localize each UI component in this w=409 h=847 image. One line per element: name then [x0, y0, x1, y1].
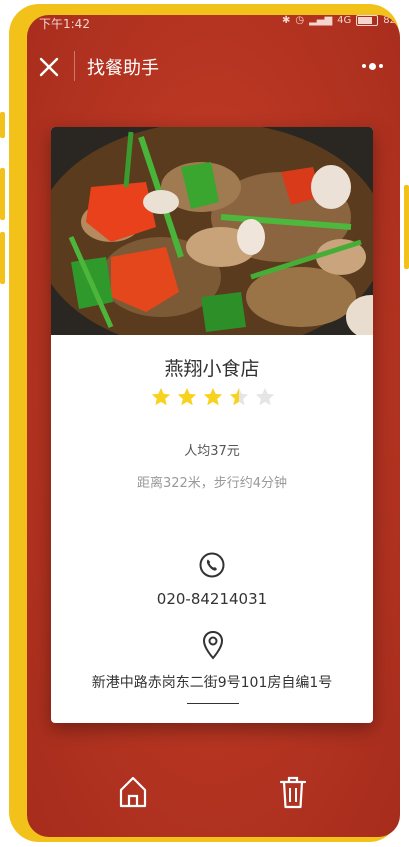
- battery-icon: [356, 15, 379, 26]
- side-button-2: [0, 168, 5, 220]
- side-button-right: [404, 185, 409, 269]
- star-half-icon: [229, 387, 249, 406]
- star-filled-icon: [151, 387, 171, 406]
- phone-number[interactable]: 020-84214031: [51, 590, 373, 608]
- close-button[interactable]: [35, 53, 63, 81]
- distance-info: 距离322米，步行约4分钟: [136, 476, 288, 491]
- alarm-icon: ◷: [295, 15, 305, 26]
- more-dot-right: [379, 64, 383, 68]
- phone-frame: 下午1:42 ✱ ◷ ▂▄▆ 4G 82 找餐助手 燕翔小食店 人均37元 距离…: [9, 4, 400, 842]
- rating-stars: [150, 386, 276, 408]
- more-dot-center: [369, 62, 376, 70]
- bottom-bar: [27, 770, 400, 820]
- side-button-1: [0, 112, 5, 138]
- bluetooth-icon: ✱: [281, 15, 291, 26]
- battery-level: 82: [383, 15, 396, 26]
- star-empty-icon: [255, 387, 275, 406]
- more-dots-icon: [362, 64, 366, 68]
- network-type: 4G: [337, 15, 352, 26]
- nav-bar: 找餐助手: [27, 45, 400, 89]
- status-time: 下午1:42: [39, 17, 90, 31]
- star-filled-icon: [177, 387, 197, 406]
- average-price: 人均37元: [184, 444, 240, 459]
- status-bar: 下午1:42 ✱ ◷ ▂▄▆ 4G 82: [27, 15, 400, 33]
- more-button[interactable]: [362, 58, 386, 74]
- close-icon: [39, 57, 59, 77]
- phone-icon[interactable]: [199, 552, 225, 578]
- screen: 下午1:42 ✱ ◷ ▂▄▆ 4G 82 找餐助手 燕翔小食店 人均37元 距离…: [27, 15, 400, 837]
- address-underline: [187, 703, 239, 704]
- restaurant-card: 燕翔小食店 人均37元 距离322米，步行约4分钟 020-84214031 新…: [51, 127, 373, 723]
- star-filled-icon: [203, 387, 223, 406]
- side-button-3: [0, 232, 5, 284]
- signal-icon: ▂▄▆: [309, 15, 333, 26]
- trash-icon[interactable]: [278, 774, 308, 810]
- location-pin-icon[interactable]: [201, 630, 225, 660]
- nav-divider: [74, 51, 75, 81]
- restaurant-name: 燕翔小食店: [164, 358, 260, 380]
- food-photo: [51, 127, 373, 335]
- status-icons: ✱ ◷ ▂▄▆ 4G 82: [282, 15, 396, 26]
- page-title: 找餐助手: [87, 58, 159, 79]
- address: 新港中路赤岗东二街9号101房自编1号: [91, 675, 333, 691]
- home-icon[interactable]: [117, 774, 149, 810]
